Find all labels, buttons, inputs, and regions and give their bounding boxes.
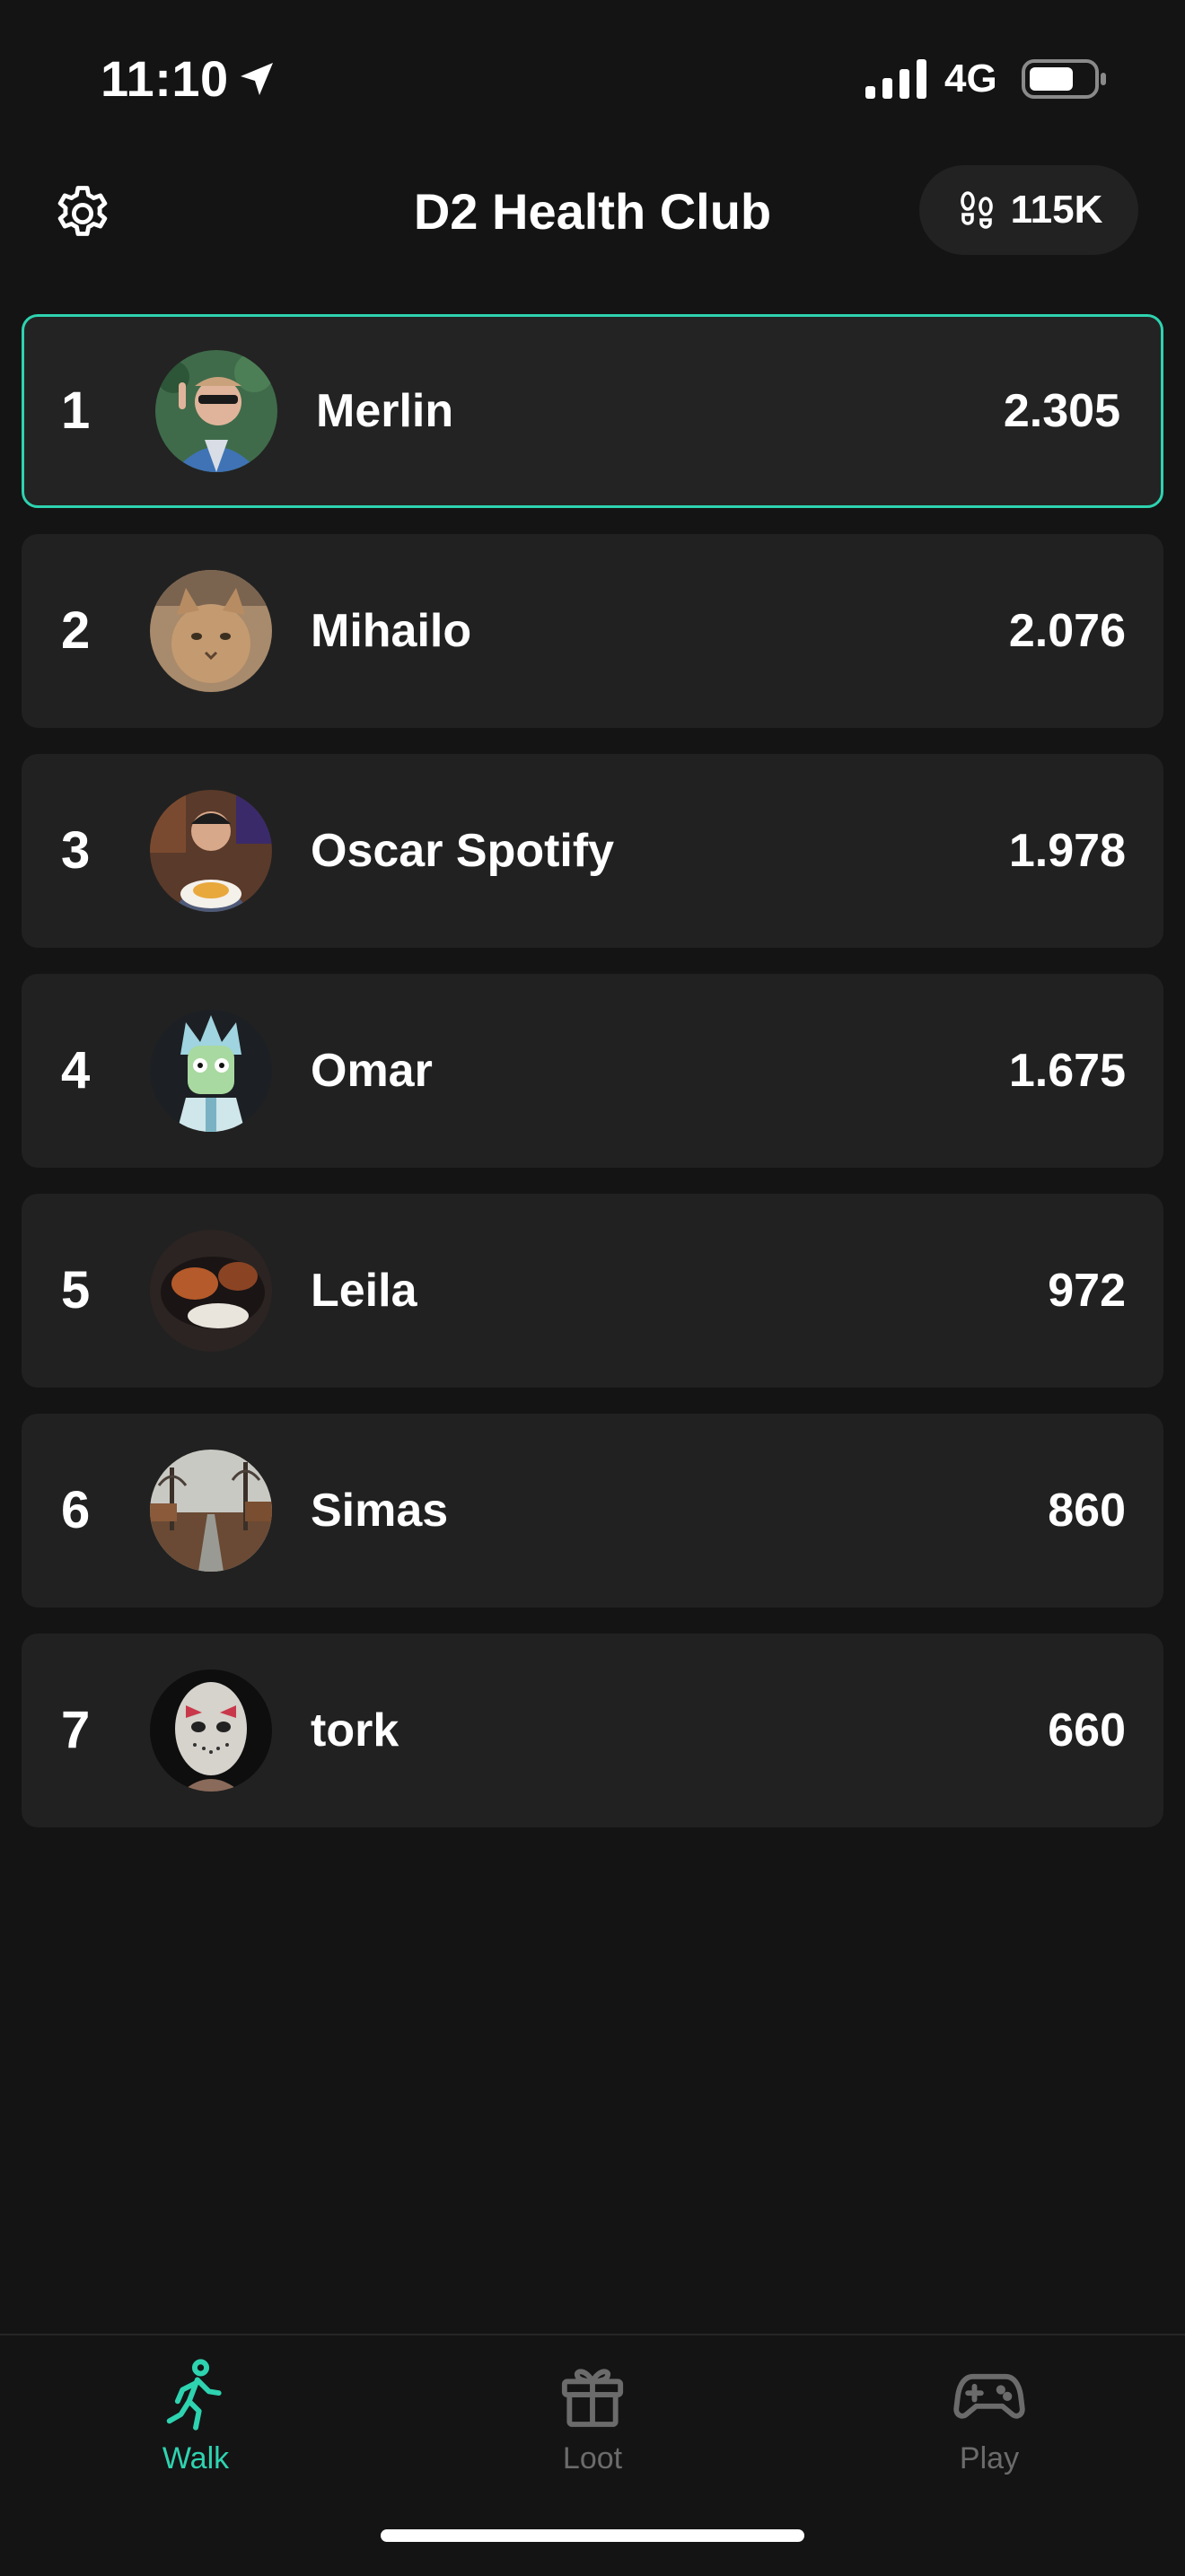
- steps-total-badge[interactable]: 115K: [919, 165, 1138, 255]
- player-score: 2.305: [1003, 385, 1120, 437]
- player-name: tork: [311, 1704, 399, 1757]
- cellular-signal-icon: [865, 59, 926, 99]
- leaderboard-row[interactable]: 7 tork 660: [22, 1634, 1163, 1827]
- gamepad-icon: [953, 2373, 1025, 2419]
- rank-number: 5: [61, 1261, 91, 1319]
- steps-total-value: 115K: [1010, 188, 1103, 232]
- avatar-leila: [150, 1230, 272, 1352]
- avatar-oscar: [150, 790, 272, 912]
- network-type: 4G: [944, 57, 997, 101]
- player-name: Simas: [311, 1485, 449, 1537]
- gift-icon: [561, 2369, 624, 2427]
- player-name: Leila: [311, 1265, 417, 1317]
- leaderboard-row[interactable]: 1 Merlin 2.305: [22, 314, 1163, 508]
- player-name: Omar: [311, 1045, 433, 1097]
- location-arrow-icon: [241, 63, 273, 95]
- player-score: 972: [1048, 1265, 1126, 1317]
- avatar-mihailo: [150, 570, 272, 692]
- avatar-tork: [150, 1669, 272, 1792]
- leaderboard-row[interactable]: 2 Mihailo 2.076: [22, 534, 1163, 728]
- player-score: 660: [1048, 1704, 1126, 1757]
- rank-number: 6: [61, 1481, 91, 1539]
- tab-label: Play: [959, 2441, 1020, 2475]
- status-time: 11:10: [101, 50, 229, 107]
- page-title: D2 Health Club: [413, 183, 772, 240]
- avatar-merlin: [155, 350, 277, 472]
- home-indicator[interactable]: [381, 2529, 804, 2542]
- rank-number: 3: [61, 821, 91, 880]
- rank-number: 1: [61, 381, 91, 440]
- player-name: Merlin: [316, 385, 454, 437]
- tab-loot[interactable]: Loot: [485, 2355, 700, 2499]
- rank-number: 7: [61, 1701, 91, 1759]
- tab-label: Loot: [562, 2441, 623, 2475]
- player-name: Oscar Spotify: [311, 825, 615, 877]
- avatar-omar: [150, 1010, 272, 1132]
- player-name: Mihailo: [311, 605, 472, 657]
- avatar-simas: [150, 1450, 272, 1572]
- player-score: 860: [1048, 1485, 1126, 1537]
- tab-label: Walk: [162, 2441, 230, 2475]
- tab-play[interactable]: Play: [882, 2355, 1097, 2499]
- leaderboard-row[interactable]: 3 Oscar Spotify 1.978: [22, 754, 1163, 948]
- battery-icon: [1022, 59, 1106, 99]
- leaderboard-list: 1 Merlin 2.305 2 Mihailo 2.076 3 Oscar S…: [22, 314, 1163, 1853]
- settings-button[interactable]: [47, 178, 118, 250]
- player-score: 1.675: [1008, 1045, 1126, 1097]
- leaderboard-row[interactable]: 4 Omar 1.675: [22, 974, 1163, 1168]
- leaderboard-row[interactable]: 6 Simas 860: [22, 1414, 1163, 1608]
- gear-icon: [57, 186, 108, 236]
- tab-walk[interactable]: Walk: [88, 2355, 303, 2499]
- walk-icon: [166, 2359, 222, 2431]
- rank-number: 2: [61, 601, 91, 660]
- player-score: 2.076: [1008, 605, 1126, 657]
- player-score: 1.978: [1008, 825, 1126, 877]
- footprints-icon: [960, 191, 993, 229]
- leaderboard-row[interactable]: 5 Leila 972: [22, 1194, 1163, 1388]
- status-bar: 11:10 4G: [0, 0, 1185, 153]
- rank-number: 4: [61, 1041, 91, 1100]
